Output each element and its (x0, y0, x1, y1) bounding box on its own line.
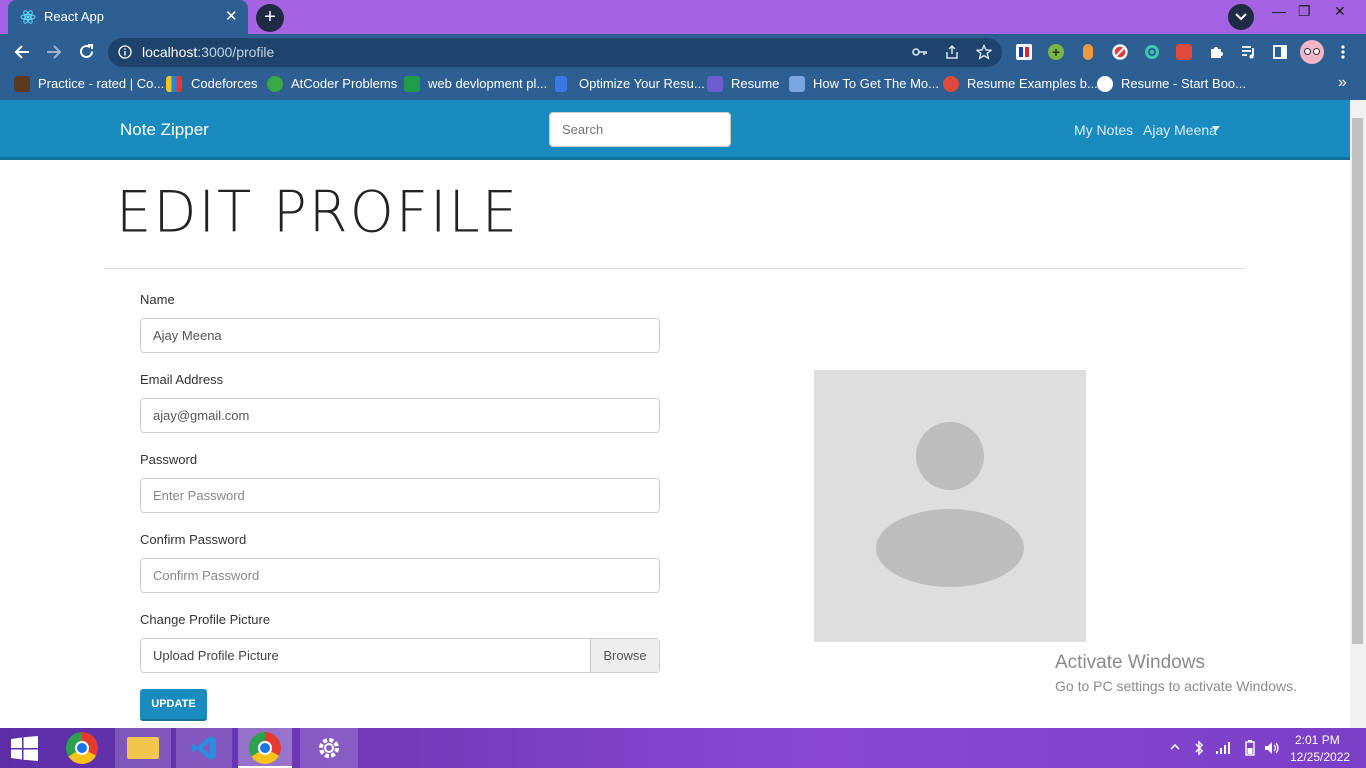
puzzle-icon[interactable] (1208, 44, 1224, 60)
vscode-icon (192, 736, 216, 760)
codeforces-icon (166, 76, 182, 92)
user-placeholder-icon (876, 422, 1024, 587)
react-icon (20, 10, 36, 24)
battery-icon[interactable] (1245, 740, 1255, 756)
volume-icon[interactable] (1264, 741, 1280, 755)
bookmark-codeforces[interactable]: Codeforces (191, 76, 257, 91)
browse-button[interactable]: Browse (590, 639, 659, 672)
password-label: Password (140, 452, 198, 467)
forward-icon[interactable] (45, 44, 63, 60)
bookmark-resume-examples[interactable]: Resume Examples b... (967, 76, 1098, 91)
taskbar-file-explorer[interactable] (115, 728, 171, 768)
chrome-icon[interactable] (66, 732, 98, 764)
code-icon (707, 76, 723, 92)
resume-icon (555, 76, 567, 92)
scrollbar-thumb[interactable] (1352, 118, 1363, 644)
bookmark-atcoder[interactable]: AtCoder Problems (291, 76, 397, 91)
bookmark-how-to-get[interactable]: How To Get The Mo... (813, 76, 939, 91)
brand-link[interactable]: Note Zipper (120, 120, 209, 140)
name-label: Name (140, 292, 175, 307)
new-tab-button[interactable]: + (256, 4, 284, 32)
name-field[interactable] (140, 318, 660, 353)
update-button[interactable]: UPDATE (140, 689, 207, 721)
extension-red-icon[interactable] (1176, 44, 1192, 60)
divider (104, 268, 1245, 269)
bookmarks-overflow-button[interactable]: » (1338, 74, 1347, 92)
signal-icon[interactable] (1215, 741, 1231, 755)
tab-title: React App (44, 9, 104, 24)
close-icon[interactable]: ✕ (225, 7, 238, 25)
url-path: :3000/profile (197, 44, 275, 60)
file-input-label: Upload Profile Picture (153, 648, 279, 663)
back-icon[interactable] (13, 44, 31, 60)
menu-icon[interactable] (1340, 44, 1346, 60)
profile-picture-input[interactable]: Upload Profile Picture Browse (140, 638, 660, 673)
activate-windows-title: Activate Windows (1055, 652, 1205, 673)
reading-list-icon[interactable] (1240, 44, 1256, 60)
sheets-icon (404, 76, 420, 92)
extension-capsule-icon[interactable] (1083, 44, 1093, 60)
layers-icon (789, 76, 805, 92)
codechef-icon (14, 76, 30, 92)
taskbar-chrome-active[interactable] (238, 728, 292, 768)
email-label: Email Address (140, 372, 224, 387)
resume-examples-icon (943, 76, 959, 92)
search-input[interactable] (549, 112, 731, 147)
chevron-up-icon[interactable] (1170, 744, 1180, 750)
bookmark-resume-start[interactable]: Resume - Start Boo... (1121, 76, 1246, 91)
confirm-password-field[interactable] (140, 558, 660, 593)
confirm-password-label: Confirm Password (140, 532, 247, 547)
star-icon[interactable] (976, 44, 992, 60)
info-icon[interactable] (118, 45, 132, 59)
globe-icon (1097, 76, 1113, 92)
url-text[interactable]: localhost:3000/profile (142, 44, 274, 60)
window-close-button[interactable]: ✕ (1334, 3, 1346, 20)
extension-plus-icon[interactable]: + (1048, 44, 1064, 60)
page-content: Note Zipper My Notes Ajay Meena EDIT PRO… (0, 100, 1350, 728)
maximize-button[interactable]: ❐ (1298, 3, 1311, 20)
bookmark-codechef[interactable]: Practice - rated | Co... (38, 76, 164, 91)
extension-flag-icon[interactable] (1016, 44, 1032, 60)
minimize-button[interactable]: — (1272, 3, 1286, 19)
share-icon[interactable] (944, 44, 960, 60)
profile-picture-label: Change Profile Picture (140, 612, 271, 627)
key-icon[interactable] (912, 45, 928, 59)
activate-windows-subtitle: Go to PC settings to activate Windows. (1055, 678, 1297, 694)
chrome-icon (249, 732, 281, 764)
email-field[interactable] (140, 398, 660, 433)
taskbar-date[interactable]: 12/25/2022 (1290, 750, 1350, 764)
password-field[interactable] (140, 478, 660, 513)
user-dropdown[interactable]: Ajay Meena (1143, 122, 1217, 138)
folder-icon (127, 737, 159, 759)
profile-picture (814, 370, 1086, 642)
app-navbar: Note Zipper My Notes Ajay Meena (0, 100, 1350, 160)
caret-down-icon (1212, 126, 1220, 131)
block-icon[interactable] (1112, 44, 1128, 60)
bookmark-web-dev[interactable]: web devlopment pl... (428, 76, 547, 91)
taskbar-vscode[interactable] (176, 728, 232, 768)
bookmark-optimize-resume[interactable]: Optimize Your Resu... (579, 76, 705, 91)
atcoder-icon (267, 76, 283, 92)
side-panel-icon[interactable] (1272, 44, 1288, 60)
chevron-down-icon (1235, 13, 1247, 21)
page-title: EDIT PROFILE (116, 179, 520, 246)
taskbar-settings[interactable] (300, 728, 358, 768)
extension-target-icon[interactable] (1144, 44, 1160, 60)
url-host: localhost (142, 44, 198, 60)
bluetooth-icon[interactable] (1194, 740, 1204, 756)
tab-search-button[interactable] (1228, 4, 1254, 30)
nav-my-notes[interactable]: My Notes (1074, 122, 1133, 138)
reload-icon[interactable] (78, 43, 95, 60)
windows-start-icon[interactable] (11, 736, 38, 761)
gear-icon (319, 738, 339, 758)
browser-tab[interactable]: React App ✕ (8, 0, 248, 34)
bookmark-resume[interactable]: Resume (731, 76, 779, 91)
taskbar-time[interactable]: 2:01 PM (1295, 733, 1340, 747)
profile-avatar-icon[interactable] (1300, 40, 1324, 64)
